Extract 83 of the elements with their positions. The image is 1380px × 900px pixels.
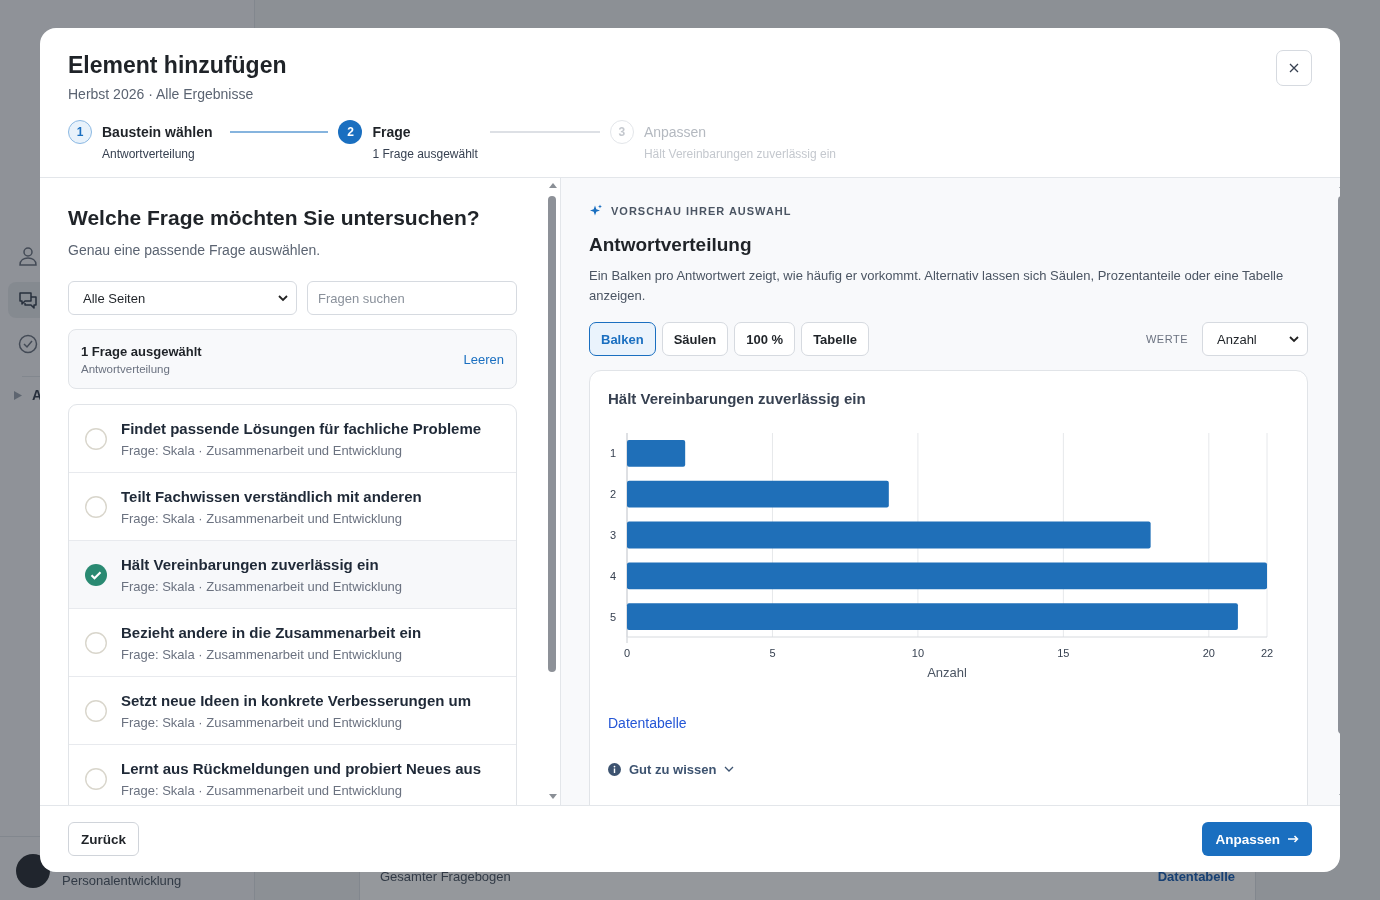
view-toggle[interactable]: 100 % — [734, 322, 796, 356]
radio-icon[interactable] — [85, 631, 107, 654]
step-detail: 1 Frage ausgewählt — [372, 147, 478, 161]
tick-label: 10 — [911, 647, 925, 659]
view-toggle[interactable]: Tabelle — [801, 322, 869, 356]
check-circle-icon — [18, 334, 38, 354]
section-eyebrow: VORSCHAU IHRER AUSWAHL — [611, 205, 792, 217]
question-item[interactable]: Bezieht andere in die Zusammenarbeit ein Frage: Skala · Zusammenarbeit und Entwicklung — [69, 609, 516, 677]
values-select[interactable]: Anzahl — [1202, 322, 1308, 356]
axis-label: 5 — [609, 610, 616, 623]
dialog-subtitle: Herbst 2026 · Alle Ergebnisse — [68, 86, 255, 102]
step-detail: Antwortverteilung — [102, 147, 196, 161]
question-item[interactable]: Setzt neue Ideen in konkrete Verbesserungen um Frage: Skala · Zusammenarbeit und Entwicklung — [69, 677, 516, 745]
tick-label: 20 — [1202, 647, 1215, 659]
question-meta: Frage: Skala · Zusammenarbeit und Entwicklung — [121, 442, 404, 458]
clear-link[interactable]: Leeren — [463, 351, 504, 367]
table-link[interactable]: Datentabelle — [1157, 869, 1235, 884]
back-button[interactable]: Zurück — [68, 822, 139, 856]
question-item[interactable]: Findet passende Lösungen für fachliche Probleme Frage: Skala · Zusammenarbeit und Entwicklung — [69, 405, 516, 473]
chart-title: Hält Vereinbarungen zuverlässig ein — [608, 389, 867, 409]
avatar — [16, 853, 50, 888]
profile-name: Personalentwicklung — [62, 873, 182, 888]
question-title: Teilt Fachwissen verständlich mit anderen — [121, 487, 422, 505]
summary-detail: Antwortverteilung — [81, 362, 171, 375]
question-meta: Frage: Skala · Zusammenarbeit und Entwicklung — [121, 578, 403, 594]
close-icon — [1289, 63, 1299, 73]
summary-title: 1 Frage ausgewählt — [81, 343, 202, 359]
chevron-icon — [724, 766, 735, 773]
question-meta: Frage: Skala · Zusammenarbeit und Entwicklung — [121, 782, 404, 798]
close-button[interactable] — [1276, 50, 1312, 86]
question-item[interactable]: Lernt aus Rückmeldungen und probiert Neues aus Frage: Skala · Zusammenarbeit und Entwicklung — [69, 745, 516, 805]
chat-icon — [18, 290, 38, 310]
info-icon — [608, 763, 621, 776]
radio-icon[interactable] — [85, 427, 107, 450]
radio-icon[interactable] — [85, 767, 107, 790]
step-number: 1 — [68, 120, 92, 144]
view-toggle[interactable]: Balken — [589, 322, 656, 356]
radio-icon[interactable] — [85, 495, 107, 518]
page-select[interactable]: Alle Seiten — [68, 281, 297, 315]
question-title: Findet passende Lösungen für fachliche Probleme — [121, 419, 482, 437]
arrow-right-icon — [1288, 835, 1299, 843]
question-title: Bezieht andere in die Zusammenarbeit ein — [121, 623, 422, 641]
axis-label: 3 — [609, 529, 616, 541]
search-field[interactable]: Fragen suchen — [307, 281, 517, 315]
question-title: Hält Vereinbarungen zuverlässig ein — [121, 555, 380, 573]
checked-radio-icon[interactable] — [85, 563, 107, 586]
axis-label: 4 — [609, 569, 616, 582]
preview-title: Antwortverteilung — [589, 233, 753, 257]
person-icon — [18, 246, 38, 266]
step-label: Anpassen — [643, 123, 708, 142]
tick-label: 15 — [1057, 647, 1070, 659]
step-label: Frage — [372, 123, 412, 142]
tick-label: 22 — [1260, 647, 1274, 659]
table-link[interactable]: Datentabelle — [608, 715, 687, 731]
question-title: Lernt aus Rückmeldungen und probiert Neues aus — [121, 759, 482, 777]
tick-label: 0 — [623, 647, 631, 659]
step-number: 2 — [338, 120, 363, 144]
axis-label: 1 — [609, 447, 616, 460]
question-title: Setzt neue Ideen in konkrete Verbesserungen um — [121, 691, 472, 709]
panel-hint: Genau eine passende Frage auswählen. — [68, 241, 322, 260]
radio-icon[interactable] — [85, 699, 107, 722]
preview-description: Ein Balken pro Antwortwert zeigt, wie häufig er vorkommt. Alternativ lassen sich Säulen, Prozentanteile oder eine Tabelle anzeigen. — [589, 267, 1285, 305]
axis-title: Anzahl — [927, 665, 967, 680]
info-toggle[interactable]: Gut zu wissen — [608, 762, 735, 777]
next-button[interactable]: Anpassen — [1202, 822, 1312, 856]
panel-heading: Welche Frage möchten Sie untersuchen? — [68, 205, 481, 231]
question-item[interactable]: Hält Vereinbarungen zuverlässig ein Frage: Skala · Zusammenarbeit und Entwicklung — [69, 541, 516, 609]
chevron-icon — [1289, 335, 1299, 343]
question-meta: Frage: Skala · Zusammenarbeit und Entwicklung — [121, 510, 404, 526]
axis-label: 2 — [609, 488, 616, 501]
tick-label: 5 — [769, 647, 776, 659]
question-meta: Frage: Skala · Zusammenarbeit und Entwicklung — [121, 646, 404, 662]
triangle-icon[interactable] — [14, 390, 22, 400]
step-detail: Hält Vereinbarungen zuverlässig ein — [643, 147, 836, 161]
chevron-icon — [278, 294, 288, 302]
step-number: 3 — [609, 120, 634, 144]
view-toggle[interactable]: Säulen — [661, 322, 729, 356]
card-label: Gesamter Fragebogen — [380, 869, 511, 884]
dialog-title: Element hinzufügen — [68, 51, 287, 80]
values-label: WERTE — [1145, 333, 1188, 345]
bar — [627, 440, 686, 467]
question-meta: Frage: Skala · Zusammenarbeit und Entwicklung — [121, 714, 404, 730]
step-label: Baustein wählen — [102, 123, 213, 142]
